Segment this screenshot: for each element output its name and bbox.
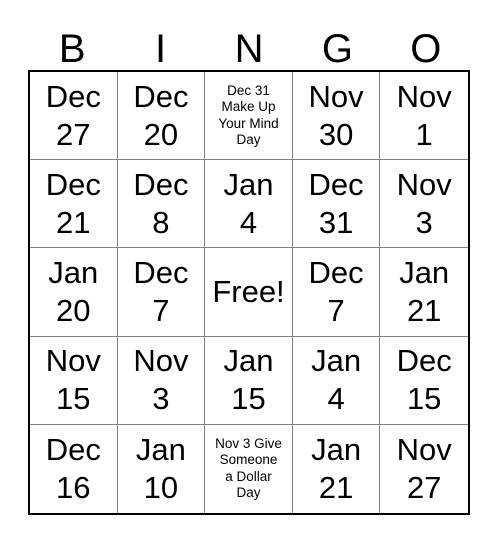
bingo-cell[interactable]: Nov 27 [380,424,468,513]
bingo-header: B I N G O [28,22,470,70]
bingo-cell[interactable]: Nov 1 [380,72,468,161]
bingo-cell-label: Dec 16 [45,431,101,505]
bingo-cell[interactable]: Dec 27 [30,72,118,161]
bingo-cell-label: Dec 15 [396,343,452,417]
bingo-cell-label: Dec 27 [45,78,101,152]
bingo-header-letter-g: G [321,27,353,71]
bingo-card: B I N G O Dec 27 Dec 20 Dec 31 Make Up You… [0,0,500,544]
bingo-cell-label: Jan 21 [399,254,450,328]
bingo-cell[interactable]: Nov 30 [292,72,381,161]
bingo-cell[interactable]: Jan 15 [205,336,293,425]
bingo-cell-label: Jan 4 [311,343,362,417]
bingo-cell[interactable]: Jan 20 [30,248,118,337]
bingo-cell[interactable]: Dec 15 [380,336,468,425]
bingo-cell-label: Nov 27 [396,431,452,505]
bingo-cell-label: Nov 1 [396,78,452,152]
bingo-cell[interactable]: Dec 31 Make Up Your Mind Day [205,72,293,161]
bingo-cell[interactable]: Dec 20 [117,72,206,161]
bingo-cell[interactable]: Jan 21 [380,248,468,337]
bingo-cell-label: Nov 3 Give Someone a Dollar Day [215,435,282,501]
bingo-cell[interactable]: Nov 3 [380,160,468,249]
bingo-cell[interactable]: Free! [205,248,293,337]
bingo-cell[interactable]: Dec 8 [117,160,206,249]
bingo-cell[interactable]: Jan 21 [292,424,381,513]
bingo-cell-label: Jan 10 [135,431,186,505]
bingo-cell[interactable]: Dec 16 [30,424,118,513]
bingo-cell[interactable]: Dec 31 [292,160,381,249]
free-space-label: Free! [212,273,285,309]
bingo-cell-label: Nov 3 [133,343,189,417]
bingo-cell-label: Dec 21 [45,166,101,240]
bingo-cell-label: Dec 7 [133,254,189,328]
bingo-header-letter-o: O [410,27,442,71]
bingo-cell[interactable]: Dec 7 [117,248,206,337]
bingo-cell-label: Nov 30 [308,78,364,152]
bingo-cell-label: Dec 31 Make Up Your Mind Day [218,82,279,148]
bingo-cell[interactable]: Nov 3 [117,336,206,425]
bingo-cell-label: Nov 3 [396,166,452,240]
bingo-cell-label: Jan 15 [223,343,274,417]
bingo-cell-label: Jan 21 [311,431,362,505]
bingo-cell[interactable]: Dec 7 [292,248,381,337]
bingo-header-letter-b: B [58,27,86,71]
bingo-header-letter-i: I [155,27,167,71]
bingo-cell[interactable]: Nov 15 [30,336,118,425]
bingo-cell[interactable]: Nov 3 Give Someone a Dollar Day [205,424,293,513]
bingo-grid: Dec 27 Dec 20 Dec 31 Make Up Your Mind Day… [28,70,470,515]
bingo-header-letter-n: N [234,27,264,71]
bingo-cell-label: Nov 15 [45,343,101,417]
bingo-cell-label: Dec 31 [308,166,364,240]
bingo-cell-label: Dec 7 [308,254,364,328]
bingo-cell[interactable]: Jan 10 [117,424,206,513]
bingo-cell[interactable]: Jan 4 [292,336,381,425]
bingo-cell[interactable]: Dec 21 [30,160,118,249]
bingo-cell-label: Jan 20 [48,254,99,328]
bingo-cell-label: Dec 20 [133,78,189,152]
bingo-cell[interactable]: Jan 4 [205,160,293,249]
bingo-cell-label: Jan 4 [223,166,274,240]
bingo-cell-label: Dec 8 [133,166,189,240]
